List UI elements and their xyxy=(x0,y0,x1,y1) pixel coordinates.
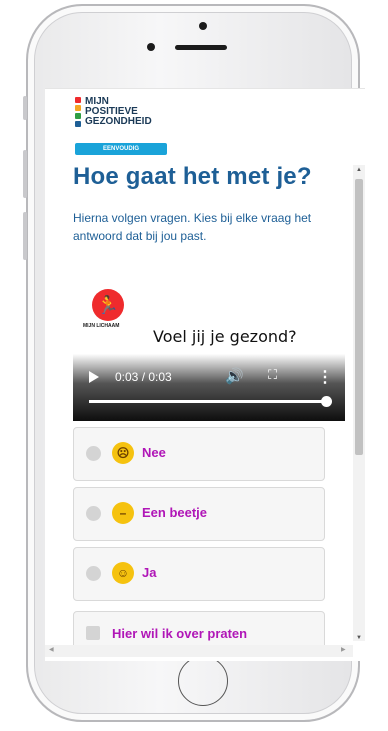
option-ja[interactable]: ☺ Ja xyxy=(73,547,325,601)
logo-badge: EENVOUDIG xyxy=(75,143,167,155)
video-time: 0:03 / 0:03 xyxy=(115,370,172,384)
fullscreen-icon[interactable]: ⛶ xyxy=(268,367,277,383)
scroll-down-arrow-icon[interactable]: ▼ xyxy=(356,635,362,641)
neutral-face-icon: – xyxy=(112,502,134,524)
horizontal-scrollbar[interactable]: ◀ ▶ xyxy=(45,645,353,657)
happy-face-icon: ☺ xyxy=(112,562,134,584)
more-options-icon[interactable]: ⋮ xyxy=(317,367,333,387)
sad-face-icon: ☹ xyxy=(112,442,134,464)
scroll-up-arrow-icon[interactable]: ▲ xyxy=(356,167,362,173)
play-icon[interactable] xyxy=(89,371,99,383)
running-person-icon: 🏃 xyxy=(92,289,124,321)
video-progress-knob[interactable] xyxy=(321,396,332,407)
scroll-left-arrow-icon[interactable]: ◀ xyxy=(49,646,54,653)
option-label: Hier wil ik over praten xyxy=(112,626,248,641)
option-een-beetje[interactable]: – Een beetje xyxy=(73,487,325,541)
app-screen: MIJN POSITIEVE GEZONDHEID EENVOUDIG Hoe … xyxy=(45,88,365,661)
camera-dot xyxy=(199,22,207,30)
page-title: Hoe gaat het met je? xyxy=(73,163,312,190)
volume-icon[interactable]: 🔊 xyxy=(225,367,244,385)
mute-switch xyxy=(23,96,27,120)
earpiece-speaker xyxy=(175,45,227,50)
vertical-scrollbar[interactable]: ▲ ▼ xyxy=(353,165,365,641)
logo-color-bars xyxy=(75,97,81,129)
video-player[interactable]: 0:03 / 0:03 🔊 ⛶ ⋮ xyxy=(73,337,345,421)
scrollbar-thumb[interactable] xyxy=(355,179,363,455)
option-label: Een beetje xyxy=(142,505,208,520)
option-label: Nee xyxy=(142,445,166,460)
front-camera xyxy=(147,43,155,51)
checkbox[interactable] xyxy=(86,626,100,640)
radio-button[interactable] xyxy=(86,506,101,521)
option-nee[interactable]: ☹ Nee xyxy=(73,427,325,481)
video-progress-track[interactable] xyxy=(89,400,327,403)
radio-button[interactable] xyxy=(86,566,101,581)
option-label: Ja xyxy=(142,565,157,580)
scroll-right-arrow-icon[interactable]: ▶ xyxy=(341,646,346,653)
intro-text: Hierna volgen vragen. Kies bij elke vraa… xyxy=(73,211,312,243)
volume-down-button xyxy=(23,212,27,260)
logo-text: MIJN POSITIEVE GEZONDHEID xyxy=(85,96,152,127)
volume-up-button xyxy=(23,150,27,198)
home-button[interactable] xyxy=(178,656,228,706)
question-text: Voel jij je gezond? xyxy=(153,327,297,346)
radio-button[interactable] xyxy=(86,446,101,461)
category-label: MIJN LICHAAM xyxy=(83,323,120,329)
